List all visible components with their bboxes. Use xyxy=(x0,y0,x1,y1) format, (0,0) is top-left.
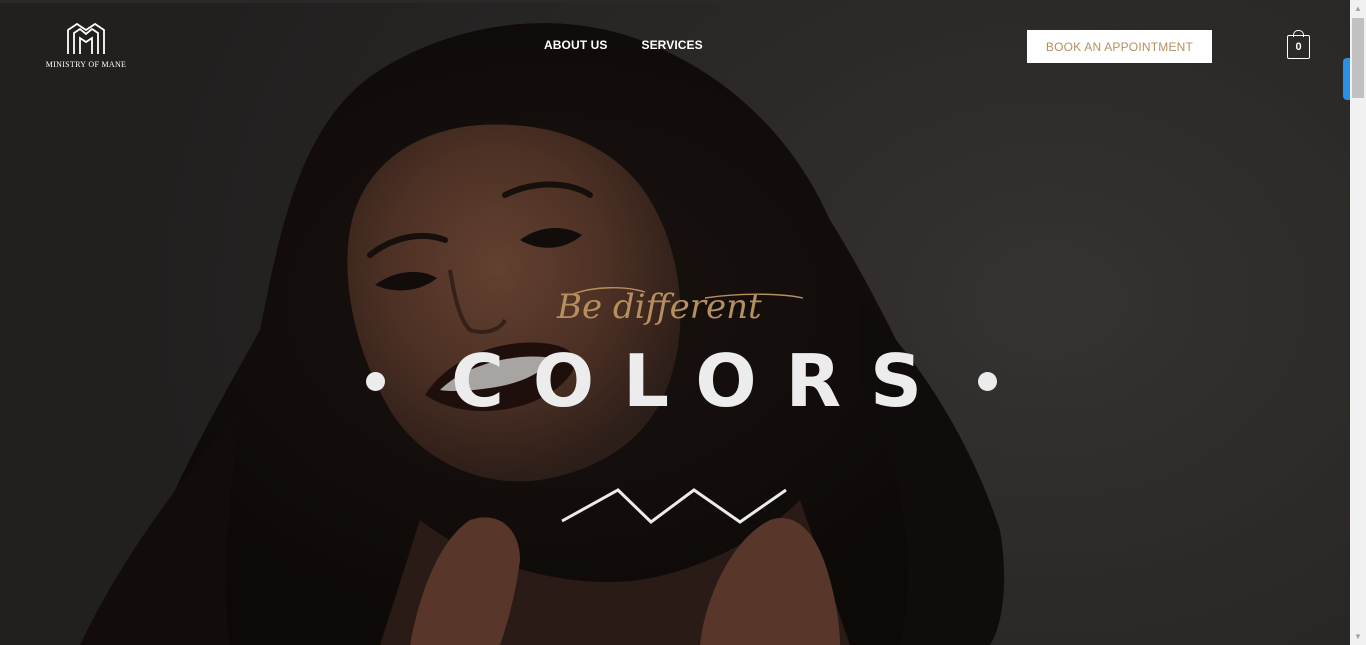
nav-item-about-us[interactable]: ABOUT US xyxy=(544,38,607,52)
hero-headline-block: COLORS xyxy=(360,336,1010,426)
scroll-up-arrow-icon[interactable]: ▲ xyxy=(1350,0,1366,17)
hero-tagline-text: Be different xyxy=(556,287,762,327)
window-top-border xyxy=(0,0,1366,3)
hero-tagline: Be different xyxy=(556,287,804,327)
hero-headline: COLORS xyxy=(451,339,951,423)
page-scrollbar[interactable]: ▲ ▼ xyxy=(1350,0,1366,645)
book-appointment-button[interactable]: BOOK AN APPOINTMENT xyxy=(1027,30,1212,63)
main-nav: ABOUT US SERVICES xyxy=(544,38,703,52)
nav-item-services[interactable]: SERVICES xyxy=(641,38,702,52)
headline-dot-right xyxy=(978,372,997,391)
scroll-thumb[interactable] xyxy=(1352,18,1364,98)
headline-dot-left xyxy=(366,372,385,391)
scroll-down-arrow-icon[interactable]: ▼ xyxy=(1350,628,1366,645)
brand-logo[interactable]: MINISTRY OF MANE xyxy=(40,22,132,74)
cart-bag: 0 xyxy=(1287,35,1310,59)
mm-monogram-icon xyxy=(67,22,105,54)
cart-count-badge: 0 xyxy=(1295,41,1302,53)
zigzag-icon xyxy=(561,488,787,524)
hero-section: MINISTRY OF MANE ABOUT US SERVICES BOOK … xyxy=(0,0,1350,645)
cart-button[interactable]: 0 xyxy=(1286,30,1312,60)
page: MINISTRY OF MANE ABOUT US SERVICES BOOK … xyxy=(0,0,1366,645)
brand-name: MINISTRY OF MANE xyxy=(45,60,127,69)
